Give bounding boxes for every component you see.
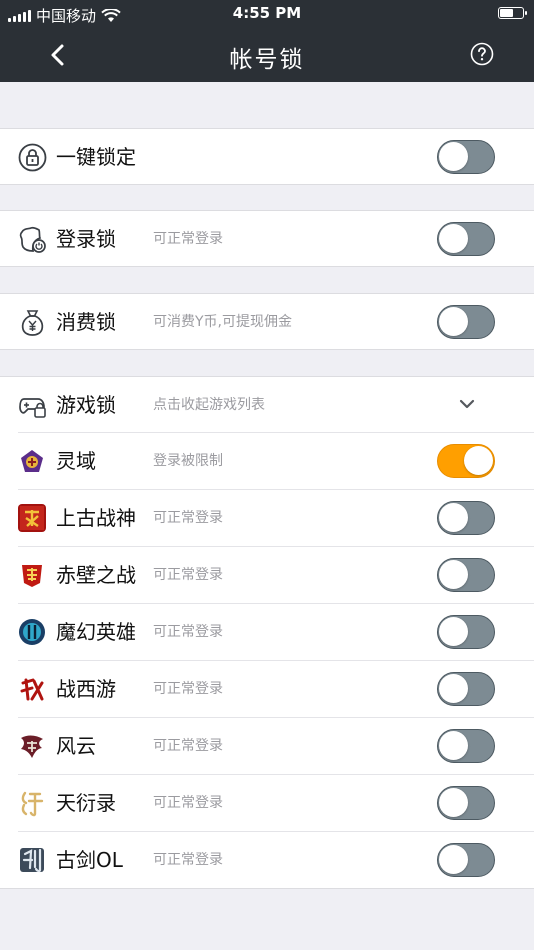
game-row-mohuan: 魔幻英雄 可正常登录	[0, 604, 534, 661]
spend-lock-label: 消费锁	[56, 310, 116, 334]
row-game-lock[interactable]: 游戏锁 点击收起游戏列表	[0, 376, 534, 433]
game-row-lingyu: 灵域 登录被限制	[0, 433, 534, 490]
onekey-label: 一键锁定	[56, 145, 136, 169]
game-name: 灵域	[56, 449, 96, 473]
login-lock-icon	[19, 226, 46, 253]
row-onekey-lock: 一键锁定	[0, 128, 534, 185]
zhanxiyou-game-icon	[18, 675, 46, 703]
money-bag-icon	[21, 310, 44, 336]
game-status: 可正常登录	[153, 681, 223, 697]
lingyu-toggle[interactable]	[437, 444, 495, 478]
game-status: 可正常登录	[153, 852, 223, 868]
game-status: 可正常登录	[153, 567, 223, 583]
shanggu-toggle[interactable]	[437, 501, 495, 535]
gujian-game-icon	[18, 846, 46, 874]
spend-lock-status: 可消费Y币,可提现佣金	[153, 314, 293, 330]
fengyun-game-icon	[18, 732, 46, 760]
chevron-down-icon[interactable]	[458, 397, 476, 411]
game-status: 可正常登录	[153, 510, 223, 526]
status-time: 4:55 PM	[232, 4, 302, 22]
gujian-toggle[interactable]	[437, 843, 495, 877]
game-name: 古剑OL	[56, 848, 123, 872]
onekey-toggle[interactable]	[437, 140, 495, 174]
game-status: 登录被限制	[153, 453, 223, 469]
login-lock-label: 登录锁	[56, 227, 116, 251]
game-row-chibi: 赤壁之战 可正常登录	[0, 547, 534, 604]
spend-lock-toggle[interactable]	[437, 305, 495, 339]
zhanxiyou-toggle[interactable]	[437, 672, 495, 706]
game-name: 上古战神	[56, 506, 136, 530]
game-status: 可正常登录	[153, 795, 223, 811]
shanggu-game-icon	[18, 504, 46, 532]
fengyun-toggle[interactable]	[437, 729, 495, 763]
game-lock-label: 游戏锁	[56, 393, 116, 417]
mohuan-toggle[interactable]	[437, 615, 495, 649]
game-name: 战西游	[56, 677, 116, 701]
lingyu-game-icon	[18, 447, 46, 475]
nav-bar: 帐号锁	[0, 28, 534, 82]
game-status: 可正常登录	[153, 738, 223, 754]
login-lock-status: 可正常登录	[153, 231, 223, 247]
row-login-lock: 登录锁 可正常登录	[0, 210, 534, 267]
chibi-game-icon	[18, 561, 46, 589]
game-name: 风云	[56, 734, 96, 758]
row-spend-lock: 消费锁 可消费Y币,可提现佣金	[0, 293, 534, 350]
game-row-fengyun: 风云 可正常登录	[0, 718, 534, 775]
mohuan-game-icon	[18, 618, 46, 646]
game-name: 赤壁之战	[56, 563, 136, 587]
chibi-toggle[interactable]	[437, 558, 495, 592]
game-lock-hint: 点击收起游戏列表	[153, 397, 265, 413]
game-row-gujian: 古剑OL 可正常登录	[0, 832, 534, 889]
lock-icon	[18, 143, 47, 172]
game-status: 可正常登录	[153, 624, 223, 640]
game-name: 天衍录	[56, 791, 116, 815]
login-lock-toggle[interactable]	[437, 222, 495, 256]
tianyanlu-game-icon	[18, 789, 46, 817]
game-name: 魔幻英雄	[56, 620, 136, 644]
battery-icon	[498, 7, 527, 19]
game-row-zhanxiyou: 战西游 可正常登录	[0, 661, 534, 718]
gamepad-lock-icon	[19, 398, 46, 418]
tianyanlu-toggle[interactable]	[437, 786, 495, 820]
help-icon[interactable]	[470, 42, 494, 66]
game-row-shanggu: 上古战神 可正常登录	[0, 490, 534, 547]
status-bar: 中国移动 4:55 PM	[0, 0, 534, 28]
page-title: 帐号锁	[229, 47, 305, 73]
game-row-tianyanlu: 天衍录 可正常登录	[0, 775, 534, 832]
